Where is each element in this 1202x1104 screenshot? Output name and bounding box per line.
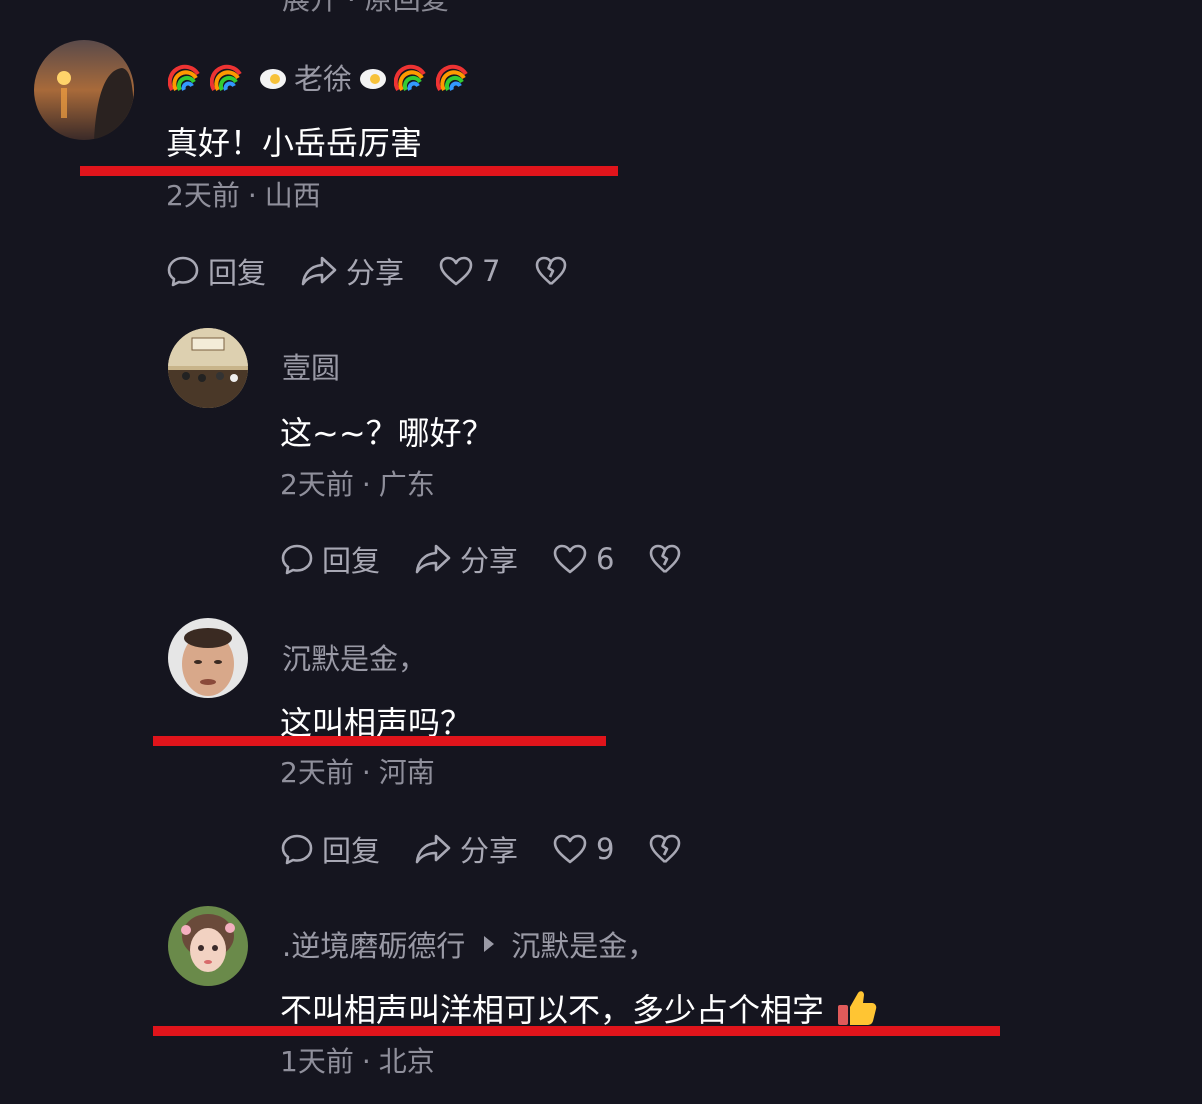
reply-button[interactable]: 回复	[280, 538, 380, 580]
comment-meta: 2天前 · 河南	[280, 751, 435, 791]
reply-label: 回复	[322, 544, 381, 578]
comment-text: 真好！小岳岳厉害	[166, 124, 423, 162]
comment-username[interactable]: 沉默是金，	[282, 636, 427, 678]
thumbs-up-icon	[838, 991, 877, 1025]
separator: ·	[361, 756, 371, 789]
share-button[interactable]: 分享	[300, 250, 404, 292]
comment-time: 2天前	[280, 468, 354, 501]
comment-actions: 回复 分享 9	[280, 828, 724, 870]
rainbow-icon	[393, 60, 428, 94]
reply-label: 回复	[322, 834, 381, 868]
comment-text: 这~~？哪好？	[280, 414, 494, 452]
expand-replies-text[interactable]: 展开 · 原回复	[282, 0, 449, 18]
dislike-button[interactable]	[648, 833, 690, 865]
comment-username-text: 沉默是金，	[282, 642, 428, 676]
share-label: 分享	[460, 544, 519, 578]
comment-location: 北京	[378, 1045, 435, 1078]
egg-icon	[258, 64, 288, 90]
like-button[interactable]: 7	[438, 254, 500, 288]
like-button[interactable]: 6	[552, 542, 614, 576]
separator: ·	[361, 1045, 371, 1078]
separator: ·	[361, 468, 371, 501]
share-label: 分享	[346, 256, 405, 290]
comment-bubble-icon	[167, 256, 199, 287]
like-count: 7	[482, 254, 501, 288]
share-button[interactable]: 分享	[414, 828, 518, 870]
comment-meta: 1天前 · 北京	[280, 1040, 435, 1080]
comment-location: 山西	[264, 179, 321, 212]
avatar[interactable]	[168, 328, 248, 408]
share-button[interactable]: 分享	[414, 538, 518, 580]
comment-username-text: 壹圆	[282, 351, 341, 385]
comment-username[interactable]: 老徐	[167, 56, 478, 98]
comment-time: 2天前	[280, 756, 354, 789]
reply-button[interactable]: 回复	[280, 828, 380, 870]
comment-username[interactable]: 壹圆	[282, 345, 340, 387]
comment-text: 不叫相声叫洋相可以不，多少占个相字	[280, 985, 878, 1031]
like-button[interactable]: 9	[552, 832, 614, 866]
reply-arrow-icon	[484, 936, 495, 952]
comment-username-text: 老徐	[294, 62, 353, 96]
comment-location: 广东	[378, 468, 435, 501]
comment-actions: 回复 分享 6	[280, 538, 724, 580]
share-arrow-icon	[415, 834, 451, 864]
reply-label: 回复	[208, 256, 267, 290]
dislike-button[interactable]	[648, 543, 690, 575]
share-arrow-icon	[415, 544, 451, 574]
comment-username[interactable]: .逆境磨砺德行 沉默是金，	[282, 923, 656, 965]
share-label: 分享	[460, 834, 519, 868]
rainbow-icon	[209, 60, 244, 94]
comment-location: 河南	[378, 756, 435, 789]
separator: ·	[247, 179, 257, 212]
avatar[interactable]	[168, 618, 248, 698]
like-count: 9	[596, 832, 615, 866]
reply-to-username[interactable]: 沉默是金，	[511, 923, 656, 965]
reply-button[interactable]: 回复	[166, 250, 266, 292]
like-count: 6	[596, 542, 615, 576]
highlight-underline	[153, 736, 606, 746]
comment-bubble-icon	[281, 544, 313, 575]
rainbow-icon	[435, 60, 470, 94]
broken-heart-icon	[650, 834, 681, 863]
broken-heart-icon	[650, 544, 681, 573]
comment-text-body: 不叫相声叫洋相可以不，多少占个相字	[280, 991, 825, 1029]
broken-heart-icon	[536, 256, 567, 285]
comment-time: 2天前	[166, 179, 240, 212]
highlight-underline	[80, 166, 618, 176]
heart-icon	[553, 834, 587, 864]
highlight-underline	[153, 1026, 1000, 1036]
avatar[interactable]	[34, 40, 134, 140]
egg-icon	[358, 64, 388, 90]
heart-icon	[439, 256, 473, 286]
comment-list: 展开 · 原回复 老徐	[0, 0, 1202, 1104]
avatar[interactable]	[168, 906, 248, 986]
comment-bubble-icon	[281, 834, 313, 865]
rainbow-icon	[167, 60, 202, 94]
comment-username-text: .逆境磨砺德行	[282, 929, 466, 963]
share-arrow-icon	[301, 256, 337, 286]
comment-time: 1天前	[280, 1045, 354, 1078]
heart-icon	[553, 544, 587, 574]
comment-meta: 2天前 · 山西	[166, 174, 321, 214]
comment-meta: 2天前 · 广东	[280, 463, 435, 503]
dislike-button[interactable]	[534, 255, 576, 287]
comment-actions: 回复 分享 7	[166, 250, 610, 292]
